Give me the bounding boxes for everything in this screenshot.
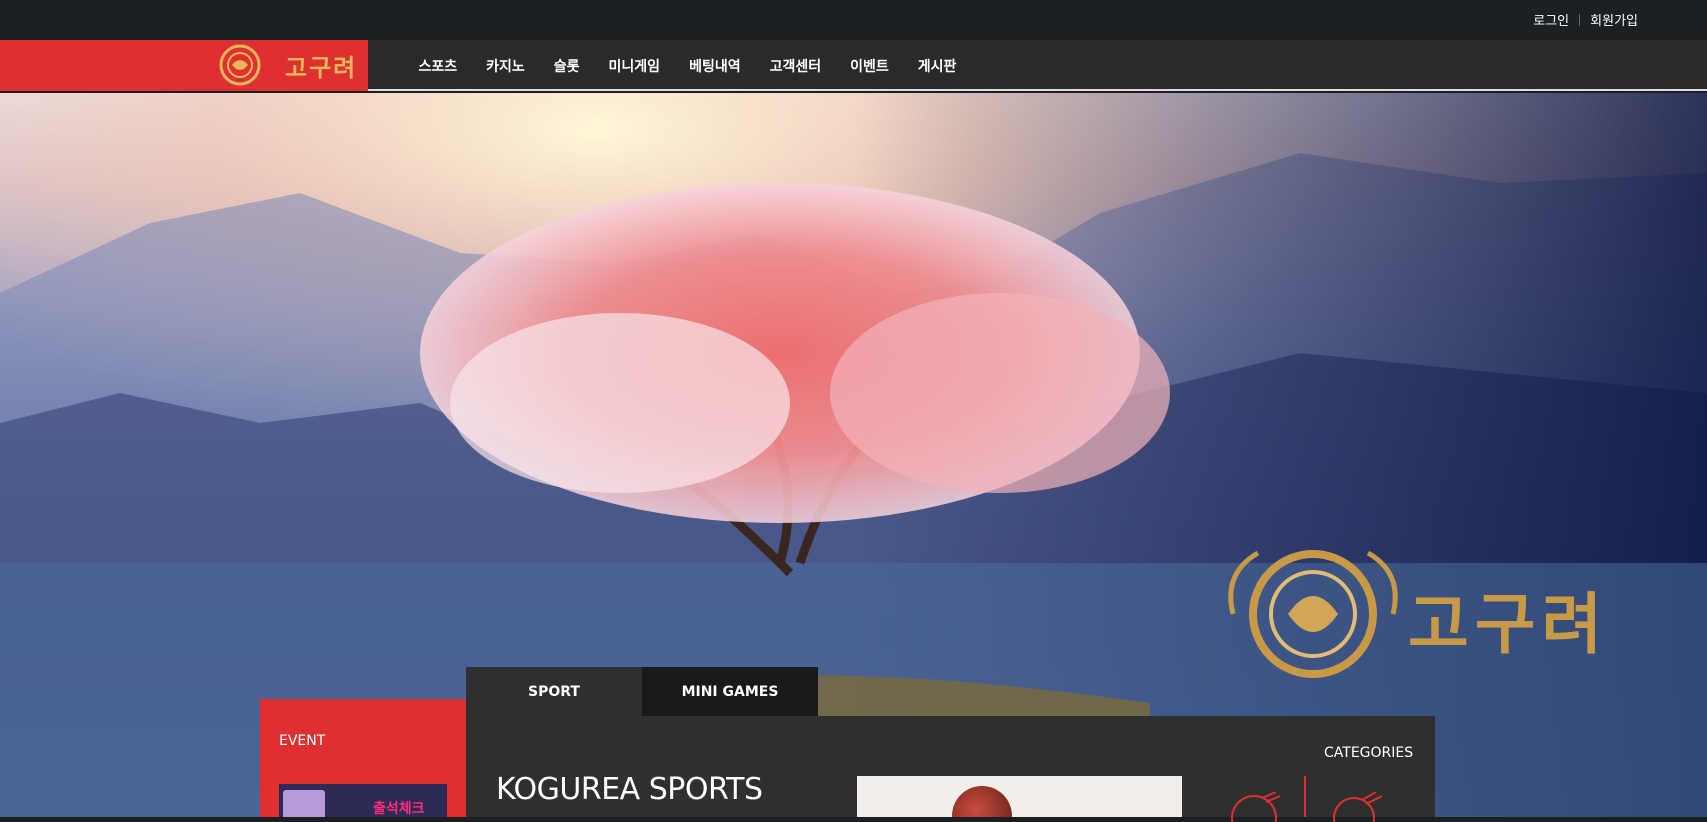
dragon-emblem-icon xyxy=(219,44,261,86)
hero-logo-text: 고구려 xyxy=(1408,585,1609,663)
ball-image xyxy=(952,786,1012,817)
tennis-ball-icon[interactable] xyxy=(1332,792,1388,822)
event-title: EVENT xyxy=(279,733,326,749)
nav-item-bet-history[interactable]: 베팅내역 xyxy=(689,56,741,76)
event-panel: EVENT 출석체크 xyxy=(260,699,466,817)
hero-emblem-icon xyxy=(1228,550,1398,678)
nav-item-event[interactable]: 이벤트 xyxy=(850,56,889,76)
logo-text: 고구려 xyxy=(285,53,358,82)
hero-background-image xyxy=(0,93,1707,817)
link-divider xyxy=(1579,13,1581,26)
top-utility-bar: 로그인 회원가입 xyxy=(0,0,1707,40)
main-menu: 스포츠 카지노 슬롯 미니게임 베팅내역 고객센터 이벤트 게시판 xyxy=(404,40,971,91)
categories-divider xyxy=(1304,776,1306,817)
categories-title: CATEGORIES xyxy=(1324,745,1414,761)
calendar-icon xyxy=(283,790,325,817)
nav-item-slot[interactable]: 슬롯 xyxy=(554,56,580,76)
soccer-ball-icon[interactable] xyxy=(1228,792,1284,822)
nav-item-minigame[interactable]: 미니게임 xyxy=(609,56,661,76)
attendance-event-banner[interactable]: 출석체크 xyxy=(279,784,447,817)
hero-banner: 고구려 xyxy=(0,93,1707,817)
sports-promo-image[interactable] xyxy=(857,776,1182,817)
sports-title: KOGUREA SPORTS xyxy=(496,772,763,807)
account-links: 로그인 회원가입 xyxy=(1533,10,1638,29)
game-tabs: SPORT MINI GAMES xyxy=(466,667,818,716)
nav-item-casino[interactable]: 카지노 xyxy=(486,56,525,76)
site-logo[interactable]: 고구려 xyxy=(0,40,368,91)
tab-mini-games[interactable]: MINI GAMES xyxy=(642,667,818,716)
main-navbar: 고구려 스포츠 카지노 슬롯 미니게임 베팅내역 고객센터 이벤트 게시판 xyxy=(0,40,1707,91)
signup-link[interactable]: 회원가입 xyxy=(1590,10,1638,29)
sports-panel: KOGUREA SPORTS CATEGORIES xyxy=(466,716,1435,822)
nav-item-support[interactable]: 고객센터 xyxy=(770,56,822,76)
nav-item-board[interactable]: 게시판 xyxy=(918,56,957,76)
event-banner-text: 출석체크 xyxy=(373,801,425,817)
tab-sport[interactable]: SPORT xyxy=(466,667,642,716)
nav-item-sports[interactable]: 스포츠 xyxy=(419,56,458,76)
login-link[interactable]: 로그인 xyxy=(1533,10,1569,29)
